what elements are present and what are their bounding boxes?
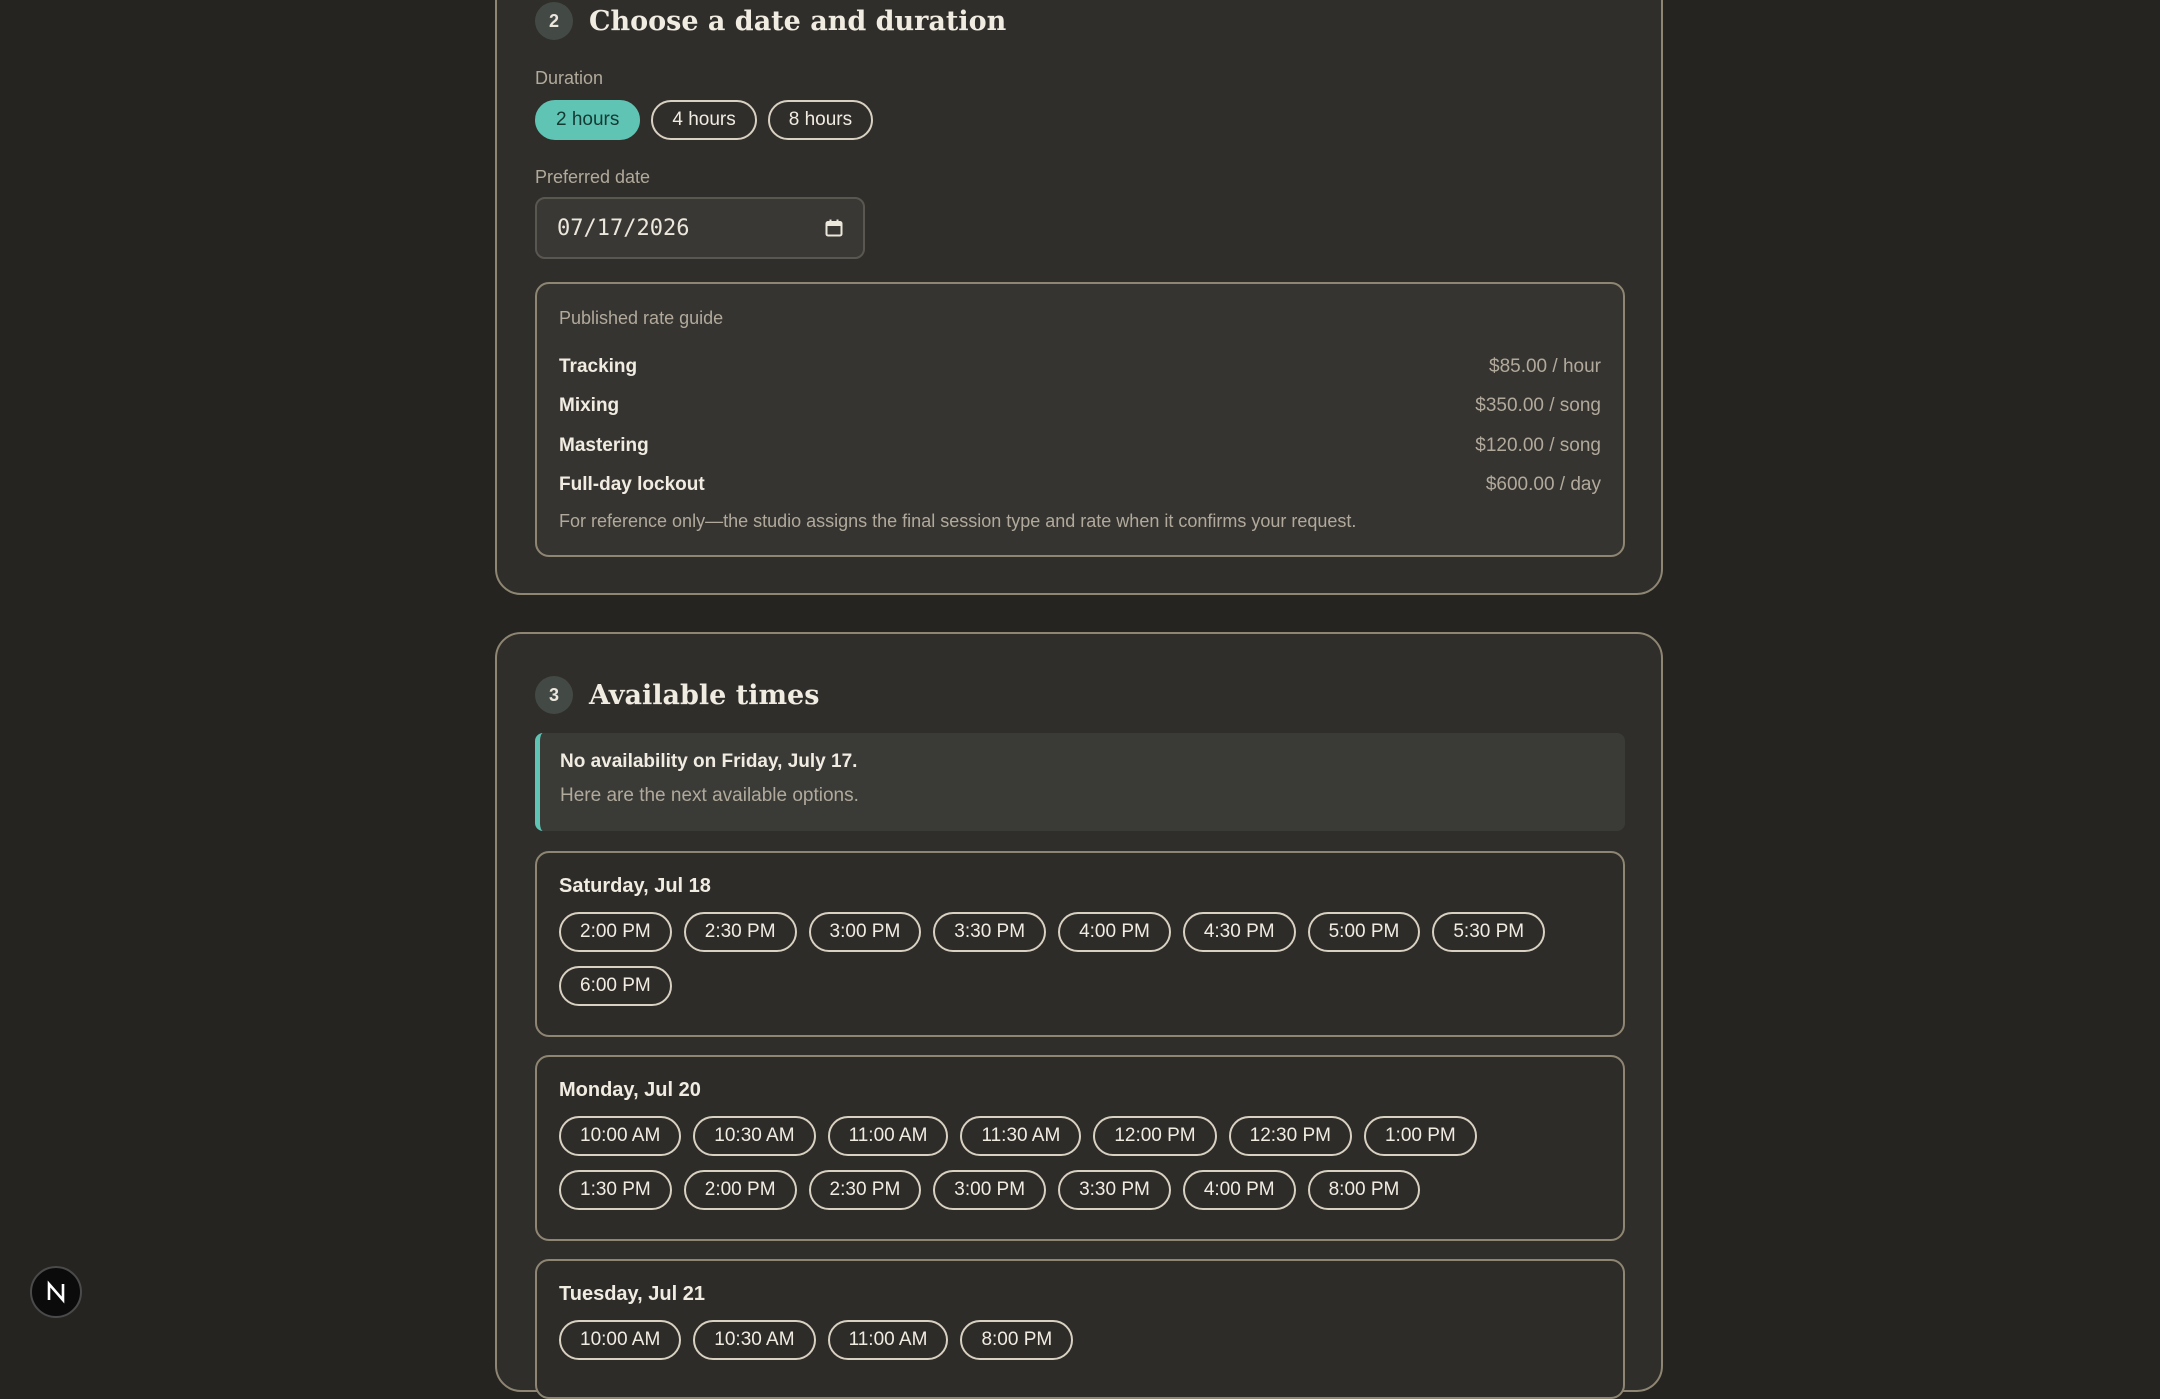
rate-row: Tracking $85.00 / hour [559, 347, 1601, 387]
day-title: Tuesday, Jul 21 [559, 1283, 705, 1305]
step3-header: 3 Available times [535, 676, 819, 714]
step2-header: 2 Choose a date and duration [535, 2, 1006, 40]
rate-price: $120.00 / song [1475, 434, 1601, 456]
n-logo-icon [47, 1280, 65, 1304]
time-slot[interactable]: 11:30 AM [960, 1116, 1082, 1156]
step-number-badge: 2 [535, 2, 573, 40]
time-slot[interactable]: 11:00 AM [827, 1320, 949, 1360]
time-slot[interactable]: 4:30 PM [1182, 912, 1296, 952]
time-slot[interactable]: 1:30 PM [559, 1170, 672, 1210]
time-slot[interactable]: 3:00 PM [933, 1170, 1047, 1210]
time-slot[interactable]: 3:30 PM [933, 912, 1047, 952]
rate-price: $85.00 / hour [1489, 355, 1601, 377]
slot-list: 10:00 AM 10:30 AM 11:00 AM 8:00 PM [559, 1320, 1599, 1360]
slot-list: 10:00 AM 10:30 AM 11:00 AM 11:30 AM 12:0… [559, 1116, 1599, 1210]
time-slot[interactable]: 12:30 PM [1228, 1116, 1352, 1156]
time-slot[interactable]: 10:00 AM [559, 1116, 682, 1156]
day-group-tuesday: Tuesday, Jul 21 10:00 AM 10:30 AM 11:00 … [535, 1259, 1625, 1399]
rate-price: $350.00 / song [1475, 395, 1601, 417]
rate-name: Tracking [559, 355, 638, 377]
time-slot[interactable]: 2:30 PM [683, 912, 797, 952]
rate-row: Mastering $120.00 / song [559, 426, 1601, 466]
time-slot[interactable]: 8:00 PM [1307, 1170, 1421, 1210]
time-slot[interactable]: 3:00 PM [808, 912, 922, 952]
time-slot[interactable]: 10:30 AM [693, 1320, 816, 1360]
time-slot[interactable]: 3:30 PM [1058, 1170, 1171, 1210]
section-title: Choose a date and duration [589, 5, 1007, 37]
rate-guide-note: For reference only—the studio assigns th… [559, 511, 1357, 531]
time-slot[interactable]: 6:00 PM [559, 966, 672, 1006]
rate-price: $600.00 / day [1485, 474, 1601, 496]
slot-list: 2:00 PM 2:30 PM 3:00 PM 3:30 PM 4:00 PM … [559, 912, 1599, 1006]
calendar-icon[interactable] [825, 219, 843, 237]
n-logo-button[interactable] [30, 1266, 82, 1318]
notice-title: No availability on Friday, July 17. [560, 751, 858, 772]
day-title: Saturday, Jul 18 [559, 875, 711, 897]
rate-row: Mixing $350.00 / song [559, 387, 1601, 427]
time-slot[interactable]: 2:30 PM [808, 1170, 922, 1210]
time-slot[interactable]: 11:00 AM [827, 1116, 949, 1156]
day-group-saturday: Saturday, Jul 18 2:00 PM 2:30 PM 3:00 PM… [535, 851, 1625, 1037]
time-slot[interactable]: 5:30 PM [1432, 912, 1546, 952]
rate-guide: Published rate guide Tracking $85.00 / h… [535, 282, 1625, 557]
duration-option-2-hours[interactable]: 2 hours [535, 100, 641, 140]
rate-name: Full-day lockout [559, 474, 705, 496]
date-duration-card: 2 Choose a date and duration Duration 2 … [495, 0, 1663, 595]
preferred-date-label: Preferred date [535, 167, 651, 187]
time-slot[interactable]: 4:00 PM [1182, 1170, 1296, 1210]
date-value: 07/17/2026 [557, 215, 690, 241]
notice-subtitle: Here are the next available options. [560, 785, 859, 806]
duration-option-8-hours[interactable]: 8 hours [767, 100, 874, 140]
time-slot[interactable]: 5:00 PM [1307, 912, 1421, 952]
duration-option-4-hours[interactable]: 4 hours [651, 100, 757, 140]
rate-name: Mastering [559, 434, 649, 456]
time-slot[interactable]: 12:00 PM [1093, 1116, 1217, 1156]
time-slot[interactable]: 10:00 AM [559, 1320, 682, 1360]
duration-label: Duration [535, 68, 604, 88]
step-number-badge: 3 [535, 676, 573, 714]
no-availability-notice: No availability on Friday, July 17. Here… [535, 733, 1625, 831]
day-title: Monday, Jul 20 [559, 1079, 701, 1101]
rate-name: Mixing [559, 395, 620, 417]
available-times-card: 3 Available times No availability on Fri… [495, 632, 1663, 1399]
duration-options: 2 hours 4 hours 8 hours [535, 100, 874, 140]
time-slot[interactable]: 10:30 AM [693, 1116, 816, 1156]
section-title: Available times [589, 679, 820, 711]
preferred-date-input[interactable]: 07/17/2026 [535, 197, 865, 259]
time-slot[interactable]: 8:00 PM [960, 1320, 1074, 1360]
day-group-monday: Monday, Jul 20 10:00 AM 10:30 AM 11:00 A… [535, 1055, 1625, 1241]
time-slot[interactable]: 2:00 PM [683, 1170, 797, 1210]
time-slot[interactable]: 2:00 PM [559, 912, 672, 952]
time-slot[interactable]: 4:00 PM [1058, 912, 1171, 952]
rate-guide-title: Published rate guide [559, 308, 724, 328]
time-slot[interactable]: 1:00 PM [1363, 1116, 1477, 1156]
rate-row: Full-day lockout $600.00 / day [559, 466, 1601, 506]
